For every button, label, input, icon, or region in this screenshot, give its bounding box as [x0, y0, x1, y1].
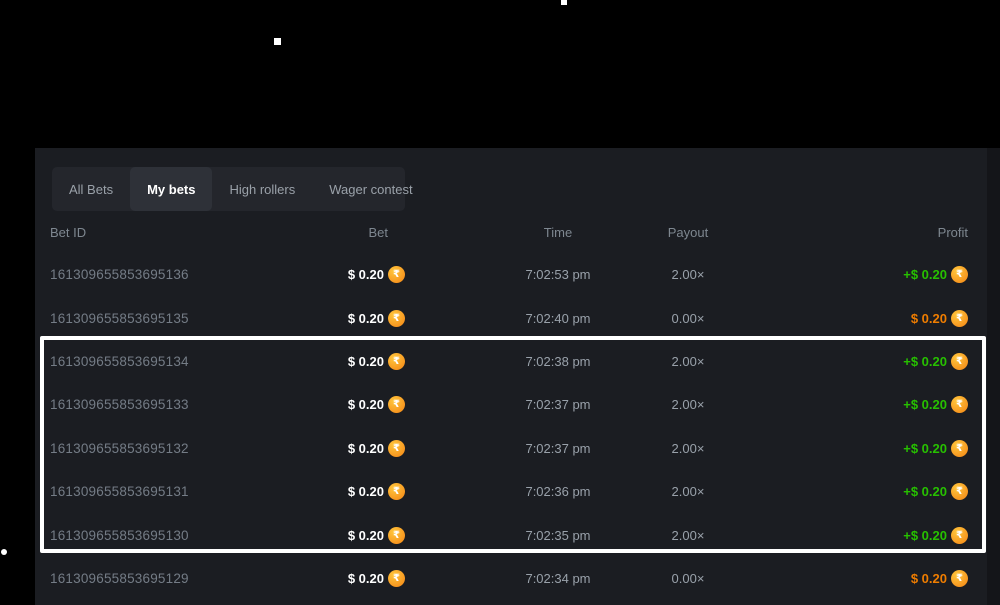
header-bet-id: Bet ID — [50, 225, 335, 240]
bet-amount: $ 0.20₹ — [348, 440, 405, 457]
header-time: Time — [493, 225, 623, 240]
table-header-row: Bet ID Bet Time Payout Profit — [35, 211, 1000, 253]
table-body: 161309655853695136 $ 0.20₹ 7:02:53 pm 2.… — [35, 253, 1000, 600]
rupee-coin-icon: ₹ — [388, 527, 405, 544]
bet-time: 7:02:37 pm — [493, 441, 623, 456]
table-row[interactable]: 161309655853695130 $ 0.20₹ 7:02:35 pm 2.… — [35, 513, 1000, 556]
bet-id: 161309655853695133 — [50, 397, 335, 412]
bet-amount: $ 0.20₹ — [348, 527, 405, 544]
screen-artifact-dot — [274, 38, 281, 45]
bet-id: 161309655853695130 — [50, 528, 335, 543]
header-profit: Profit — [753, 225, 968, 240]
screen-artifact-top — [561, 0, 567, 5]
bet-time: 7:02:35 pm — [493, 528, 623, 543]
bet-payout: 2.00× — [623, 397, 753, 412]
tab-my-bets[interactable]: My bets — [130, 167, 212, 211]
rupee-coin-icon: ₹ — [951, 570, 968, 587]
bets-history-panel: All Bets My bets High rollers Wager cont… — [35, 148, 1000, 605]
bet-profit: +$ 0.20₹ — [903, 266, 968, 283]
bet-amount: $ 0.20₹ — [348, 353, 405, 370]
rupee-coin-icon: ₹ — [388, 310, 405, 327]
rupee-coin-icon: ₹ — [951, 396, 968, 413]
bet-profit: +$ 0.20₹ — [903, 527, 968, 544]
bet-time: 7:02:37 pm — [493, 397, 623, 412]
bet-payout: 2.00× — [623, 354, 753, 369]
bet-profit: +$ 0.20₹ — [903, 440, 968, 457]
table-row[interactable]: 161309655853695133 $ 0.20₹ 7:02:37 pm 2.… — [35, 383, 1000, 426]
bet-time: 7:02:38 pm — [493, 354, 623, 369]
rupee-coin-icon: ₹ — [951, 440, 968, 457]
rupee-coin-icon: ₹ — [388, 396, 405, 413]
bet-payout: 2.00× — [623, 441, 753, 456]
table-row[interactable]: 161309655853695132 $ 0.20₹ 7:02:37 pm 2.… — [35, 427, 1000, 470]
bet-id: 161309655853695129 — [50, 571, 335, 586]
rupee-coin-icon: ₹ — [388, 353, 405, 370]
bet-time: 7:02:34 pm — [493, 571, 623, 586]
bets-tabbar: All Bets My bets High rollers Wager cont… — [52, 167, 405, 211]
bet-time: 7:02:40 pm — [493, 311, 623, 326]
bet-profit: $ 0.20₹ — [911, 310, 968, 327]
bet-payout: 0.00× — [623, 311, 753, 326]
rupee-coin-icon: ₹ — [951, 353, 968, 370]
bet-time: 7:02:53 pm — [493, 267, 623, 282]
table-row[interactable]: 161309655853695134 $ 0.20₹ 7:02:38 pm 2.… — [35, 340, 1000, 383]
table-row[interactable]: 161309655853695135 $ 0.20₹ 7:02:40 pm 0.… — [35, 296, 1000, 339]
bet-amount: $ 0.20₹ — [348, 570, 405, 587]
bet-payout: 2.00× — [623, 267, 753, 282]
bet-amount: $ 0.20₹ — [348, 266, 405, 283]
rupee-coin-icon: ₹ — [388, 440, 405, 457]
rupee-coin-icon: ₹ — [951, 527, 968, 544]
table-row[interactable]: 161309655853695129 $ 0.20₹ 7:02:34 pm 0.… — [35, 557, 1000, 600]
rupee-coin-icon: ₹ — [951, 266, 968, 283]
bet-profit: +$ 0.20₹ — [903, 483, 968, 500]
bet-amount: $ 0.20₹ — [348, 483, 405, 500]
screen-artifact-dot-left — [1, 549, 7, 555]
bet-payout: 2.00× — [623, 528, 753, 543]
bet-payout: 2.00× — [623, 484, 753, 499]
bet-id: 161309655853695136 — [50, 267, 335, 282]
rupee-coin-icon: ₹ — [388, 266, 405, 283]
rupee-coin-icon: ₹ — [951, 483, 968, 500]
rupee-coin-icon: ₹ — [388, 483, 405, 500]
table-row[interactable]: 161309655853695131 $ 0.20₹ 7:02:36 pm 2.… — [35, 470, 1000, 513]
bet-amount: $ 0.20₹ — [348, 310, 405, 327]
bet-time: 7:02:36 pm — [493, 484, 623, 499]
tab-high-rollers[interactable]: High rollers — [212, 167, 312, 211]
tab-all-bets[interactable]: All Bets — [52, 167, 130, 211]
bet-amount: $ 0.20₹ — [348, 396, 405, 413]
table-row[interactable]: 161309655853695136 $ 0.20₹ 7:02:53 pm 2.… — [35, 253, 1000, 296]
bet-payout: 0.00× — [623, 571, 753, 586]
bet-id: 161309655853695135 — [50, 311, 335, 326]
bet-profit: +$ 0.20₹ — [903, 353, 968, 370]
bet-id: 161309655853695134 — [50, 354, 335, 369]
rupee-coin-icon: ₹ — [388, 570, 405, 587]
rupee-coin-icon: ₹ — [951, 310, 968, 327]
bet-profit: +$ 0.20₹ — [903, 396, 968, 413]
bet-id: 161309655853695132 — [50, 441, 335, 456]
header-bet: Bet — [335, 225, 405, 240]
bet-id: 161309655853695131 — [50, 484, 335, 499]
header-payout: Payout — [623, 225, 753, 240]
tab-wager-contest[interactable]: Wager contest — [312, 167, 429, 211]
bet-profit: $ 0.20₹ — [911, 570, 968, 587]
